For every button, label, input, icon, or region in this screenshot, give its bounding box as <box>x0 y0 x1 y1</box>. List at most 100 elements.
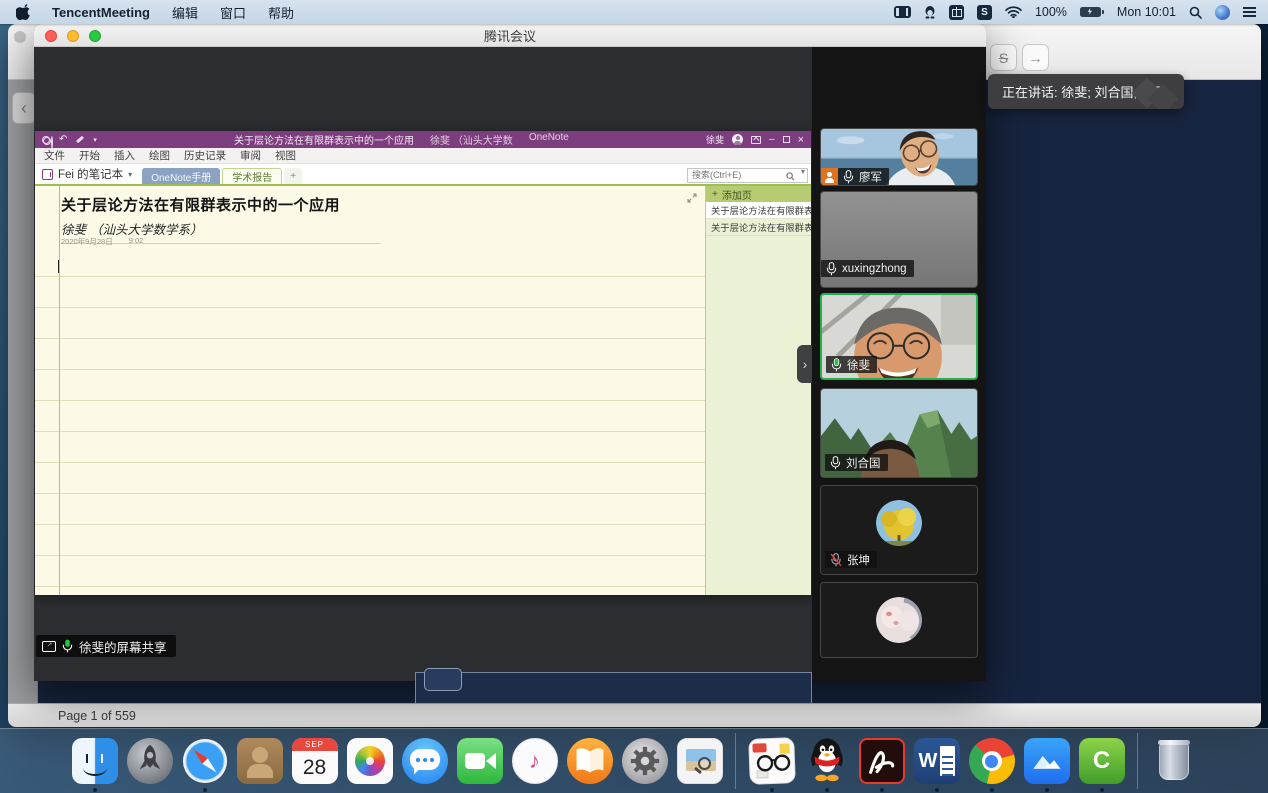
pdf-expert-icon <box>748 737 796 785</box>
strikethrough-tool-button[interactable]: S <box>990 44 1017 71</box>
contacts-icon <box>237 738 283 784</box>
dock-finder[interactable] <box>71 738 118 785</box>
zoom-traffic-light[interactable] <box>89 30 101 42</box>
dock-camtasia[interactable]: C <box>1078 738 1125 785</box>
apple-menu-icon[interactable] <box>16 4 30 20</box>
participant-tile-liuheguo[interactable]: 刘合国 <box>820 388 978 478</box>
participant-tile-zhangkun[interactable]: 张坤 <box>820 485 978 575</box>
dock-facetime[interactable] <box>456 738 503 785</box>
tab-draw[interactable]: 绘图 <box>149 148 170 163</box>
participant-tile-xuxingzhong[interactable]: xuxingzhong <box>820 191 978 288</box>
battery-icon[interactable] <box>1080 7 1104 17</box>
search-icon <box>786 168 795 186</box>
page-item-selected[interactable]: 关于层论方法在有限群表示中的一 <box>706 202 811 219</box>
onenote-minimize-icon[interactable]: – <box>769 134 775 145</box>
dock-calendar[interactable]: SEP 28 <box>291 738 338 785</box>
input-method-icon[interactable] <box>949 5 964 20</box>
tab-home[interactable]: 开始 <box>79 148 100 163</box>
participant-tile-xufei[interactable]: 徐斐 <box>820 293 978 380</box>
tab-history[interactable]: 历史记录 <box>184 148 226 163</box>
ribbon-display-icon[interactable] <box>751 136 761 144</box>
dock-tencent-meeting[interactable] <box>1023 738 1070 785</box>
onenote-restore-icon[interactable] <box>783 136 790 143</box>
notification-center-icon[interactable] <box>1243 7 1256 17</box>
dock-books[interactable] <box>566 738 613 785</box>
sidebar-collapse-chevron[interactable]: › <box>797 345 813 383</box>
dock-word[interactable]: W <box>913 738 960 785</box>
dock-divider <box>735 733 736 789</box>
inactive-traffic-light[interactable] <box>14 31 26 43</box>
arrow-tool-button[interactable]: → <box>1022 44 1049 71</box>
search-box[interactable]: ▾ <box>687 165 808 183</box>
itunes-icon: ♪ <box>512 738 558 784</box>
dock-launchpad[interactable] <box>126 738 173 785</box>
note-date: 2020年9月28日 <box>61 236 113 247</box>
participant-tile-liaojun[interactable]: 廖军 <box>820 128 978 186</box>
notebook-icon <box>42 169 53 180</box>
dock-contacts[interactable] <box>236 738 283 785</box>
tab-file[interactable]: 文件 <box>44 148 65 163</box>
spotlight-search-icon[interactable] <box>1189 6 1202 19</box>
tab-review[interactable]: 审阅 <box>240 148 261 163</box>
screen-recorder-icon[interactable] <box>894 6 911 18</box>
add-section-button[interactable]: + <box>284 168 302 184</box>
onenote-window: ↶ ▾ 关于层论方法在有限群表示中的一个应用 徐斐 （汕头大学数 OneNote… <box>35 131 811 595</box>
macos-menu-bar: TencentMeeting 编辑 窗口 帮助 S 100% Mon 10:01 <box>0 0 1268 24</box>
menu-clock[interactable]: Mon 10:01 <box>1117 5 1176 19</box>
avatar <box>876 597 922 643</box>
desktop: { "menu_bar": { "app_name": "TencentMeet… <box>0 0 1268 793</box>
note-time: 9:02 <box>129 236 144 247</box>
avatar[interactable] <box>732 134 743 145</box>
dock-chrome[interactable] <box>968 738 1015 785</box>
search-caret-icon[interactable]: ▾ <box>801 167 805 176</box>
mic-on-icon <box>830 456 841 470</box>
notebook-name[interactable]: Fei 的笔记本 <box>58 166 123 182</box>
pen-icon[interactable] <box>76 136 84 143</box>
close-traffic-light[interactable] <box>45 30 57 42</box>
touch-mode-icon[interactable] <box>42 136 50 144</box>
dock-preview[interactable] <box>676 738 723 785</box>
tab-view[interactable]: 视图 <box>275 148 296 163</box>
background-window-tab[interactable] <box>424 668 462 691</box>
siri-icon[interactable] <box>1215 5 1230 20</box>
dock: SEP 28 ♪ W <box>0 728 1268 793</box>
dock-system-preferences[interactable] <box>621 738 668 785</box>
dock-photos[interactable] <box>346 738 393 785</box>
minimize-traffic-light[interactable] <box>67 30 79 42</box>
dock-safari[interactable] <box>181 738 228 785</box>
participant-tile-6[interactable] <box>820 582 978 658</box>
sogou-icon[interactable]: S <box>977 5 992 20</box>
onenote-user: 徐斐 <box>706 133 724 146</box>
dock-pdf-expert[interactable] <box>748 738 795 785</box>
onenote-close-icon[interactable]: × <box>798 134 804 146</box>
notebook-caret-icon[interactable]: ▾ <box>128 170 132 179</box>
tencent-meeting-icon <box>1024 738 1070 784</box>
page-item[interactable]: 关于层论方法在有限群表示中的应 <box>706 219 811 236</box>
dock-trash[interactable] <box>1150 738 1197 785</box>
calendar-month: SEP <box>292 738 338 751</box>
wifi-icon[interactable] <box>1005 6 1022 18</box>
speaking-toast: 正在讲话: 徐斐; 刘合国; 廖军; <box>988 74 1184 109</box>
menu-edit[interactable]: 编辑 <box>172 3 198 22</box>
dock-itunes[interactable]: ♪ <box>511 738 558 785</box>
dock-qq[interactable] <box>803 738 850 785</box>
menu-help[interactable]: 帮助 <box>268 3 294 22</box>
section-tab-reports[interactable]: 学术报告 <box>222 168 282 184</box>
dock-messages[interactable] <box>401 738 448 785</box>
undo-icon[interactable]: ↶ <box>59 134 67 145</box>
note-page[interactable]: 关于层论方法在有限群表示中的一个应用 徐斐 （汕头大学数学系） 2020年9月2… <box>35 186 705 595</box>
menu-app-name[interactable]: TencentMeeting <box>52 5 150 20</box>
tab-insert[interactable]: 插入 <box>114 148 135 163</box>
pdf-status-bar: Page 1 of 559 <box>8 703 1261 727</box>
dock-acrobat[interactable] <box>858 738 905 785</box>
back-button[interactable]: ‹ <box>12 92 36 124</box>
avatar <box>876 500 922 546</box>
qq-status-icon[interactable] <box>924 5 936 19</box>
share-badge-text: 徐斐的屏幕共享 <box>79 637 167 656</box>
section-tab-manual[interactable]: OneNote手册 <box>142 168 220 184</box>
add-page-button[interactable]: + 添加页 <box>706 186 811 202</box>
participant-name: 徐斐 <box>847 357 870 373</box>
text-caret <box>58 260 59 273</box>
expand-page-icon[interactable] <box>687 190 697 208</box>
menu-window[interactable]: 窗口 <box>220 3 246 22</box>
